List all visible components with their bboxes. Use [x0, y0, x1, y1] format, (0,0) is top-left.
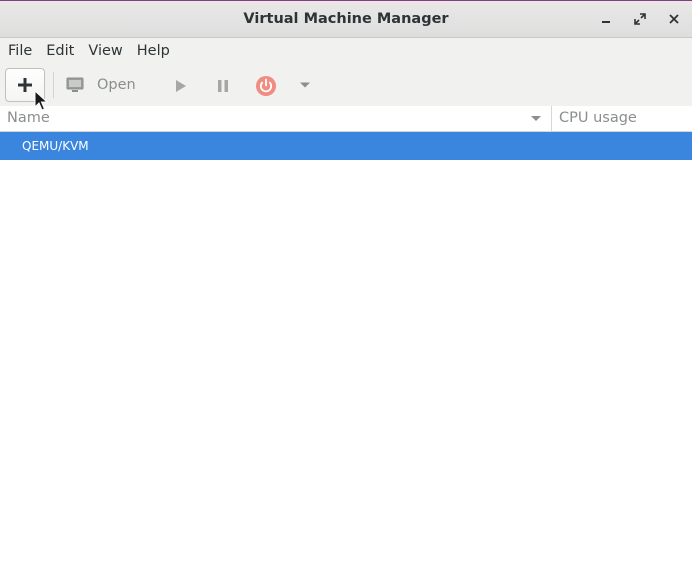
menu-view[interactable]: View: [81, 38, 128, 65]
pause-icon: [218, 80, 228, 92]
play-icon: [176, 80, 186, 92]
list-header: Name CPU usage: [0, 106, 692, 132]
power-icon: [256, 76, 276, 96]
menu-help[interactable]: Help: [130, 38, 176, 65]
maximize-button[interactable]: [628, 7, 652, 31]
toolbar: Open: [0, 65, 692, 107]
virt-manager-window: Virtual Machine Manager File Edit View H…: [0, 0, 692, 588]
menu-file[interactable]: File: [1, 38, 38, 65]
run-button[interactable]: [170, 76, 190, 96]
column-cpu-label: CPU usage: [559, 110, 637, 126]
open-label: Open: [97, 77, 136, 93]
connection-row[interactable]: QEMU/KVM: [0, 132, 692, 160]
column-name-label: Name: [7, 110, 50, 126]
minimize-button[interactable]: [594, 7, 618, 31]
column-header-cpu[interactable]: CPU usage: [552, 106, 692, 131]
open-button[interactable]: Open: [66, 69, 136, 101]
chevron-down-icon: [300, 82, 310, 88]
menu-bar: File Edit View Help: [0, 38, 692, 65]
plus-icon: [18, 78, 32, 92]
title-bar[interactable]: Virtual Machine Manager: [0, 1, 692, 38]
connection-name: QEMU/KVM: [22, 139, 89, 153]
column-header-name[interactable]: Name: [0, 106, 552, 131]
close-icon: [669, 14, 679, 24]
vm-list[interactable]: QEMU/KVM: [0, 132, 692, 588]
maximize-icon: [634, 13, 646, 25]
shutdown-menu-button[interactable]: [297, 77, 313, 93]
pause-button[interactable]: [213, 76, 233, 96]
new-vm-button[interactable]: [5, 68, 45, 102]
sort-down-icon: [531, 116, 541, 121]
close-button[interactable]: [662, 7, 686, 31]
toolbar-separator: [53, 72, 54, 98]
menu-edit[interactable]: Edit: [39, 38, 80, 65]
window-title: Virtual Machine Manager: [243, 11, 449, 27]
shutdown-button[interactable]: [255, 75, 277, 97]
monitor-icon: [66, 77, 84, 92]
minimize-icon: [602, 21, 610, 23]
